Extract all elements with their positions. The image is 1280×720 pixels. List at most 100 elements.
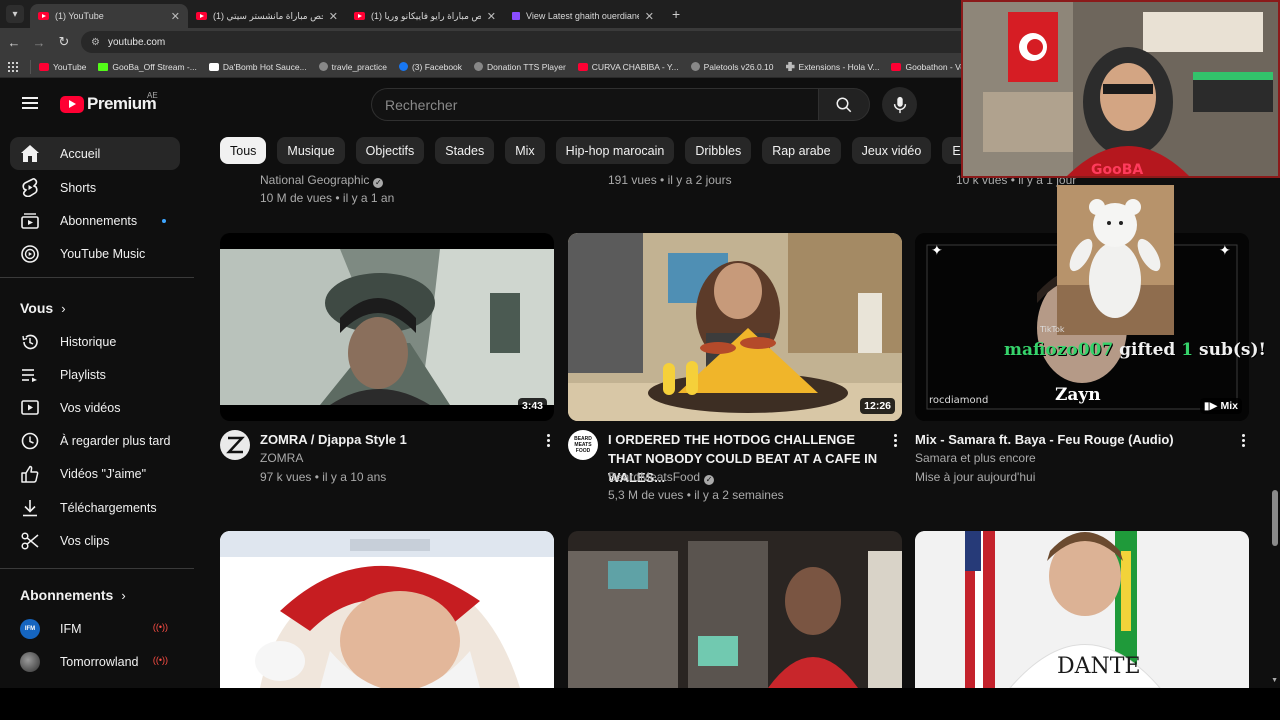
sidebar-item-history[interactable]: Historique <box>10 325 180 358</box>
video-channel[interactable]: BeardMeatsFood ✓ <box>608 468 715 487</box>
chip[interactable]: Hip-hop marocain <box>555 137 675 164</box>
more-options-icon[interactable] <box>546 434 550 447</box>
sidebar-item-label: Tomorrowland <box>60 654 139 669</box>
search-input[interactable] <box>385 96 818 113</box>
chevron-right-icon: › <box>121 587 126 603</box>
video-title[interactable]: ZOMRA / Djappa Style 1 <box>260 430 530 449</box>
bookmark[interactable]: YouTube <box>39 62 86 72</box>
close-icon[interactable]: ✕ <box>645 10 654 23</box>
more-options-icon[interactable] <box>893 434 897 447</box>
new-tab-icon[interactable]: + <box>672 6 680 22</box>
youtube-icon <box>577 62 588 71</box>
apps-grid-icon[interactable] <box>8 61 18 72</box>
chip[interactable]: Objectifs <box>355 137 425 164</box>
sidebar-item-youtube-music[interactable]: YouTube Music <box>10 237 180 270</box>
live-icon: ((•)) <box>152 622 168 632</box>
chip-all[interactable]: Tous <box>220 137 267 164</box>
channel-name[interactable]: ZOMRA <box>260 449 303 468</box>
sidebar-item-label: À regarder plus tard <box>60 433 171 448</box>
bookmark[interactable]: Extensions - Hola V... <box>785 62 879 72</box>
search-button[interactable] <box>818 88 870 121</box>
thumbnail-text: Zayn <box>1055 385 1101 405</box>
bookmark[interactable]: travle_practice <box>318 62 387 72</box>
channel-avatar[interactable] <box>220 430 250 460</box>
sidebar-item-liked-videos[interactable]: Vidéos "J'aime" <box>10 457 180 490</box>
video-thumbnail[interactable]: DANTE <box>915 531 1249 688</box>
sidebar-item-clips[interactable]: Vos clips <box>10 524 180 557</box>
svg-text:✦: ✦ <box>931 243 943 259</box>
facebook-icon <box>398 62 408 71</box>
sidebar-item-watch-later[interactable]: À regarder plus tard <box>10 424 180 457</box>
browser-tab[interactable]: (1) ملخص مباراة مانشستر سيتي ✕ <box>188 4 346 28</box>
sidebar-channel-tomorrowland[interactable]: Tomorrowland ((•)) <box>10 645 180 678</box>
sub-alert: mafiozo007 gifted 1 sub(s)! <box>1004 340 1266 360</box>
browser-tab[interactable]: (1) ملخص مباراة رايو فاييكانو وريا ✕ <box>346 4 504 28</box>
video-stats: 5,3 M de vues • il y a 2 semaines <box>608 488 784 502</box>
bookmark[interactable]: Da'Bomb Hot Sauce... <box>208 62 307 72</box>
reload-icon[interactable]: ↻ <box>53 34 75 50</box>
chip[interactable]: Jeux vidéo <box>851 137 932 164</box>
channel-avatar[interactable]: BEARD MEATS FOOD <box>568 430 598 460</box>
chip[interactable]: Stades <box>435 137 495 164</box>
youtube-premium-logo[interactable]: Premium AE <box>60 91 158 114</box>
scrollbar-thumb[interactable] <box>1272 490 1278 546</box>
tab-title: View Latest ghaith ouerdiane b <box>526 11 639 21</box>
video-title[interactable]: Mix - Samara ft. Baya - Feu Rouge (Audio… <box>915 430 1225 449</box>
alert-user: mafiozo007 <box>1004 340 1114 360</box>
chip[interactable]: Mix <box>505 137 545 164</box>
bottom-black-bar <box>0 688 1280 720</box>
sidebar-item-label: Shorts <box>60 180 97 195</box>
bookmark[interactable]: Paletools v26.0.10 <box>690 61 774 72</box>
forward-icon[interactable]: → <box>28 35 50 50</box>
video-stats: Mise à jour aujourd'hui <box>915 470 1036 484</box>
divider <box>0 277 194 278</box>
subscriptions-icon <box>20 211 40 231</box>
bookmark[interactable]: CURVA CHABIBA - Y... <box>577 62 679 72</box>
video-channel[interactable]: National Geographic ✓ <box>260 173 384 188</box>
scroll-down-arrow-icon[interactable]: ▼ <box>1271 677 1278 684</box>
twitch-icon <box>512 12 520 20</box>
tab-search-button[interactable]: ▾ <box>6 5 24 23</box>
chip[interactable]: Dribbles <box>685 137 752 164</box>
sidebar-item-home[interactable]: Accueil <box>10 137 180 170</box>
back-icon[interactable]: ← <box>3 35 25 50</box>
video-thumbnail[interactable]: 12:26 <box>568 233 902 421</box>
site-info-icon[interactable]: ⚙ <box>91 37 100 48</box>
search-box <box>371 88 818 121</box>
sidebar-subscriptions-heading[interactable]: Abonnements › <box>20 587 126 603</box>
video-thumbnail[interactable] <box>568 531 902 688</box>
close-icon[interactable]: ✕ <box>171 10 180 23</box>
sidebar-item-subscriptions[interactable]: Abonnements <box>10 204 180 237</box>
sidebar-item-downloads[interactable]: Téléchargements <box>10 491 180 524</box>
bookmark[interactable]: GooBa_Off Stream -... <box>98 62 197 72</box>
sidebar-you-heading[interactable]: Vous › <box>20 300 66 316</box>
chip[interactable]: Musique <box>277 137 345 164</box>
video-thumbnail[interactable]: 3:43 <box>220 233 554 421</box>
alert-animation <box>1057 185 1174 335</box>
sidebar-item-playlists[interactable]: Playlists <box>10 358 180 391</box>
duration-badge: 3:43 <box>517 398 547 414</box>
webcam-overlay: GooBA <box>961 0 1280 178</box>
close-icon[interactable]: ✕ <box>487 10 496 23</box>
channel-name: National Geographic <box>260 173 370 187</box>
url-field[interactable]: ⚙ youtube.com <box>81 31 981 53</box>
channel-name[interactable]: Samara et plus encore <box>915 449 1036 468</box>
browser-tab[interactable]: (1) YouTube ✕ <box>30 4 188 28</box>
chip[interactable]: Rap arabe <box>762 137 841 164</box>
filter-chips: Tous Musique Objectifs Stades Mix Hip-ho… <box>220 137 1023 164</box>
bookmark-icon <box>208 62 219 71</box>
alert-platform: TikTok <box>1040 325 1065 334</box>
bookmark-label: Paletools v26.0.10 <box>703 61 774 72</box>
video-thumbnail[interactable] <box>220 531 554 688</box>
bookmark[interactable]: Donation TTS Player <box>474 62 566 72</box>
menu-icon[interactable] <box>22 97 38 109</box>
browser-tab[interactable]: View Latest ghaith ouerdiane b ✕ <box>504 4 662 28</box>
sidebar-channel-ifm[interactable]: IFM IFM ((•)) <box>10 612 180 645</box>
bookmark[interactable]: (3) Facebook <box>398 62 462 72</box>
sidebar-item-shorts[interactable]: Shorts <box>10 171 180 204</box>
puzzle-icon <box>785 62 795 71</box>
close-icon[interactable]: ✕ <box>329 10 338 23</box>
more-options-icon[interactable] <box>1241 434 1245 447</box>
voice-search-button[interactable] <box>882 87 917 122</box>
sidebar-item-your-videos[interactable]: Vos vidéos <box>10 391 180 424</box>
